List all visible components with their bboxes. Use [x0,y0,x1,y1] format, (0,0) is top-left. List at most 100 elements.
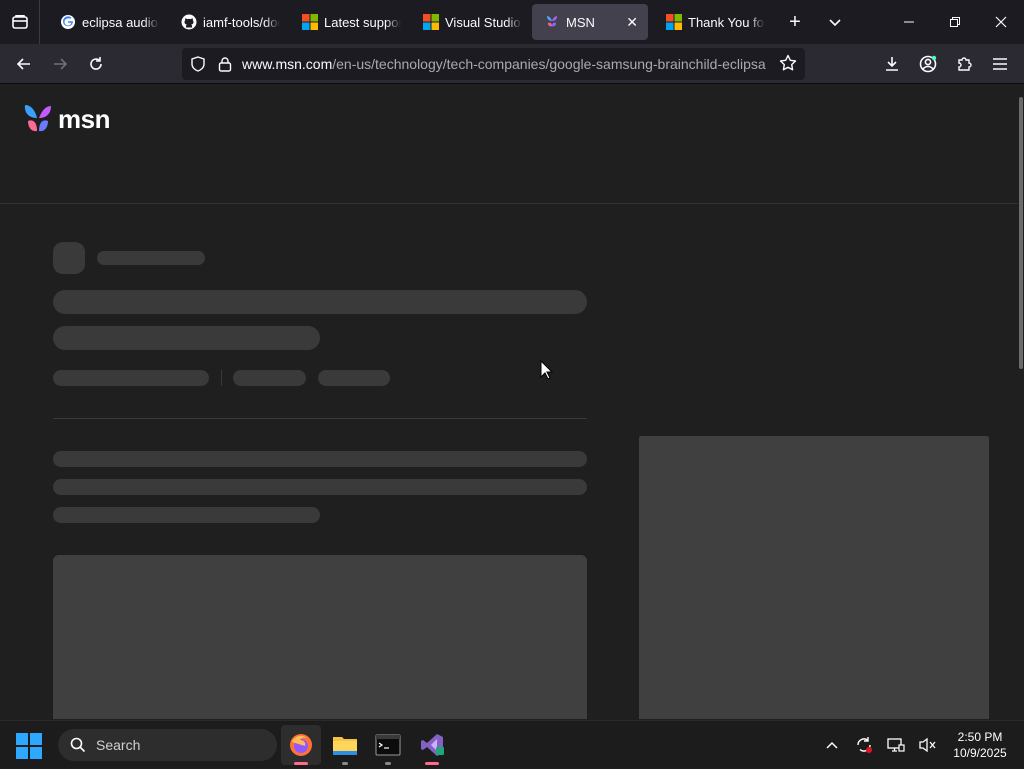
skeleton-meta [53,370,209,386]
msn-logo[interactable]: msn [22,103,110,135]
visual-studio-icon [421,734,444,756]
terminal-icon [375,734,401,756]
tab-eclipsa-audio[interactable]: eclipsa audio g [48,4,169,40]
skeleton-meta [233,370,306,386]
forward-arrow-icon [54,57,68,70]
taskbar-app-visual-studio[interactable] [412,725,452,765]
bookmark-star-button[interactable] [779,54,797,77]
skeleton-text-line [53,451,587,467]
tab-latest-support[interactable]: Latest support [290,4,411,40]
volume-button[interactable] [912,729,944,761]
tab-thank-you[interactable]: Thank You for [654,4,775,40]
tracking-protection-shield-icon[interactable] [190,56,206,72]
clock-time: 2:50 PM [957,730,1003,744]
chevron-up-icon [826,741,838,749]
scrollbar-thumb[interactable] [1019,97,1023,369]
running-app-indicator [385,762,391,765]
active-app-indicator [294,762,308,765]
firefox-view-button[interactable] [0,0,40,44]
reload-icon [90,56,102,70]
puzzle-icon [958,57,972,71]
msn-icon [544,14,560,30]
skeleton-text-line [53,507,320,523]
taskbar-search-box[interactable]: Search [58,729,277,761]
skeleton-text-line [53,479,587,495]
skeleton-section-divider [53,418,587,419]
sync-status-button[interactable] [848,729,880,761]
minimize-icon [904,21,914,23]
app-menu-button[interactable] [982,48,1018,80]
tab-strip: eclipsa audio g iamf-tools/doc Latest su… [0,0,1024,44]
skeleton-sidebar-ad [639,436,989,719]
list-all-tabs-button[interactable] [815,0,855,44]
tab-title: Visual Studio C [445,14,522,30]
skeleton-meta-divider [221,370,222,386]
restore-button[interactable] [932,0,978,44]
start-button[interactable] [14,731,44,761]
skeleton-meta [318,370,390,386]
firefox-icon [290,734,312,756]
new-tab-button[interactable]: + [775,0,815,44]
header-divider [0,203,1018,204]
network-button[interactable] [880,729,912,761]
tab-title: Latest support [324,14,401,30]
tab-msn[interactable]: MSN ✕ [532,4,648,40]
tab-title: eclipsa audio g [82,14,159,30]
tab-iamf-tools[interactable]: iamf-tools/doc [169,4,290,40]
skeleton-source-name [97,251,205,265]
microsoft-icon [302,14,318,30]
taskbar-app-firefox[interactable] [281,725,321,765]
search-icon [70,737,86,753]
account-button[interactable] [910,48,946,80]
microsoft-icon [666,14,682,30]
show-hidden-icons-button[interactable] [816,729,848,761]
network-icon [887,738,905,752]
mouse-cursor-icon [540,360,554,380]
close-tab-icon[interactable]: ✕ [626,14,638,31]
url-bar[interactable]: www.msn.com/en-us/technology/tech-compan… [182,48,805,80]
account-icon [919,55,937,73]
navigation-toolbar: www.msn.com/en-us/technology/tech-compan… [0,44,1024,84]
close-window-button[interactable] [978,0,1024,44]
taskbar-app-terminal[interactable] [368,725,408,765]
hamburger-menu-icon [993,58,1007,70]
star-icon [779,54,797,71]
close-icon [995,16,1007,28]
taskbar-app-file-explorer[interactable] [325,725,365,765]
file-explorer-icon [333,737,357,755]
toolbar-right-actions [874,48,1018,80]
reload-button[interactable] [78,48,114,80]
plus-icon: + [789,10,801,33]
running-app-indicator [342,762,348,765]
skeleton-title-line [53,326,320,350]
sync-icon [857,737,872,753]
forward-button[interactable] [42,48,78,80]
skeleton-avatar [53,242,85,274]
window-controls [886,0,1024,44]
url-text[interactable]: www.msn.com/en-us/technology/tech-compan… [242,56,767,72]
clock-date: 10/9/2025 [953,746,1007,760]
google-icon [60,14,76,30]
active-app-indicator [425,762,439,765]
download-icon [886,57,898,71]
tab-list-icon [11,15,28,29]
back-button[interactable] [6,48,42,80]
tab-title: iamf-tools/doc [203,14,280,30]
taskbar-clock[interactable]: 2:50 PM 10/9/2025 [944,729,1024,761]
skeleton-title-line [53,290,587,314]
windows-taskbar: Search 2:50 PM 10/9/2025 [0,720,1024,768]
restore-icon [950,17,960,27]
downloads-button[interactable] [874,48,910,80]
lock-icon[interactable] [218,56,232,72]
msn-butterfly-icon [24,105,51,132]
github-icon [181,14,197,30]
minimize-button[interactable] [886,0,932,44]
extensions-button[interactable] [946,48,982,80]
volume-muted-icon [919,737,936,753]
msn-wordmark: msn [58,103,110,134]
back-arrow-icon [16,57,30,70]
tab-title: Thank You for [688,14,765,30]
url-host: www.msn.com [242,56,333,72]
microsoft-icon [423,14,439,30]
tab-visual-studio[interactable]: Visual Studio C [411,4,532,40]
